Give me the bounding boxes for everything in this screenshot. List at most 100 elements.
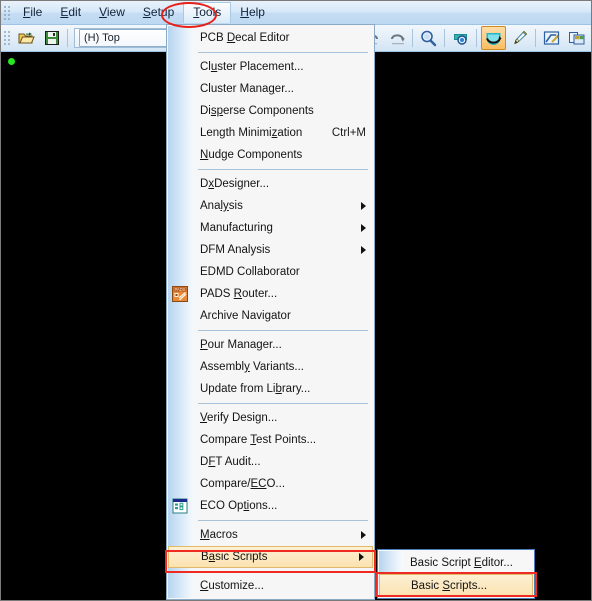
save-file-icon[interactable] xyxy=(40,27,63,49)
menu-item-length-minimization[interactable]: Length Minimization Ctrl+M xyxy=(167,122,374,144)
route-icon[interactable] xyxy=(540,27,563,49)
menu-bar: File Edit View Setup Tools Help xyxy=(1,1,591,25)
menu-item-verify-design[interactable]: Verify Design... xyxy=(167,407,374,429)
application-window: File Edit View Setup Tools Help (H) Top … xyxy=(0,0,592,601)
menu-help[interactable]: Help xyxy=(231,2,274,23)
tools-dropdown-menu: PCB Decal Editor Cluster Placement... Cl… xyxy=(166,24,375,600)
submenu-item-basic-scripts[interactable]: Basic Scripts... xyxy=(379,574,533,597)
svg-text:PADS: PADS xyxy=(174,287,185,292)
menu-item-customize[interactable]: Customize... xyxy=(167,575,374,597)
toolbar-separator xyxy=(67,29,68,47)
menu-item-label: Update from Library... xyxy=(200,383,311,395)
menu-item-label: Verify Design... xyxy=(200,412,278,424)
menu-item-cluster-manager[interactable]: Cluster Manager... xyxy=(167,78,374,100)
menu-edit[interactable]: Edit xyxy=(51,2,90,23)
submenu-item-basic-script-editor[interactable]: Basic Script Editor... xyxy=(378,551,534,574)
menu-item-label: Basic Scripts xyxy=(201,551,268,563)
pour-manager-icon[interactable] xyxy=(481,26,506,50)
menu-item-label: DFT Audit... xyxy=(200,456,261,468)
layer-select-value: (H) Top xyxy=(84,32,120,44)
toolbar-separator xyxy=(412,29,413,47)
menu-separator xyxy=(198,520,368,521)
menu-file[interactable]: File xyxy=(14,2,51,23)
menu-tools-label: ools xyxy=(199,5,222,19)
query-modify-icon[interactable] xyxy=(449,27,472,49)
menu-item-label: Cluster Manager... xyxy=(200,83,294,95)
menu-item-label: Customize... xyxy=(200,580,264,592)
zoom-icon[interactable] xyxy=(417,27,440,49)
menu-item-label: PADS Router... xyxy=(200,288,278,300)
menu-item-label: ECO Options... xyxy=(200,500,278,512)
menu-item-dft-audit[interactable]: DFT Audit... xyxy=(167,451,374,473)
menu-item-label: DxDesigner... xyxy=(200,178,270,190)
menu-item-label: Assembly Variants... xyxy=(200,361,304,373)
menu-separator xyxy=(198,330,368,331)
copy-paste-icon[interactable] xyxy=(565,27,588,49)
menu-item-label: Basic Script Editor... xyxy=(410,556,513,569)
menu-setup[interactable]: Setup xyxy=(134,2,183,23)
chevron-right-icon xyxy=(359,553,364,561)
menu-bar-grip-icon[interactable] xyxy=(3,4,12,21)
menu-item-assembly-variants[interactable]: Assembly Variants... xyxy=(167,356,374,378)
menu-item-eco-options[interactable]: ECO Options... xyxy=(167,495,374,517)
menu-item-label: Basic Scripts... xyxy=(411,579,488,592)
menu-separator xyxy=(198,169,368,170)
menu-item-label: Compare/ECO... xyxy=(200,478,286,490)
menu-setup-label: etup xyxy=(150,5,175,19)
menu-item-dxdesigner[interactable]: DxDesigner... xyxy=(167,173,374,195)
menu-separator xyxy=(198,403,368,404)
menu-separator xyxy=(198,52,368,53)
menu-item-disperse-components[interactable]: Disperse Components xyxy=(167,100,374,122)
menu-item-cluster-placement[interactable]: Cluster Placement... xyxy=(167,56,374,78)
basic-scripts-submenu: Basic Script Editor... Basic Scripts... xyxy=(377,549,535,599)
chevron-right-icon xyxy=(361,246,366,254)
chevron-right-icon xyxy=(361,202,366,210)
toolbar-separator xyxy=(476,29,477,47)
menu-item-shortcut: Ctrl+M xyxy=(331,127,366,139)
menu-item-label: Pour Manager... xyxy=(200,339,282,351)
menu-item-basic-scripts[interactable]: Basic Scripts xyxy=(168,546,373,568)
menu-item-label: Manufacturing xyxy=(200,222,273,234)
menu-file-label: ile xyxy=(30,5,43,19)
menu-item-manufacturing[interactable]: Manufacturing xyxy=(167,217,374,239)
menu-item-compare-test-points[interactable]: Compare Test Points... xyxy=(167,429,374,451)
origin-point-icon xyxy=(8,58,15,65)
open-file-icon[interactable] xyxy=(15,27,38,49)
redo-icon[interactable] xyxy=(385,27,408,49)
menu-item-label: Macros xyxy=(200,529,238,541)
menu-view-label: iew xyxy=(106,5,125,19)
menu-item-dfm-analysis[interactable]: DFM Analysis xyxy=(167,239,374,261)
toolbar-grip-icon[interactable] xyxy=(3,30,12,46)
toolbar-separator xyxy=(535,29,536,47)
menu-item-label: Compare Test Points... xyxy=(200,434,317,446)
menu-item-label: Nudge Components xyxy=(200,149,303,161)
menu-item-label: Analysis xyxy=(200,200,243,212)
menu-help-label: elp xyxy=(248,5,265,19)
chevron-right-icon xyxy=(361,531,366,539)
layer-select[interactable]: (H) Top xyxy=(79,29,179,47)
menu-item-label: Archive Navigator xyxy=(200,310,291,322)
menu-item-pads-router[interactable]: PADS PADS Router... xyxy=(167,283,374,305)
menu-item-pour-manager[interactable]: Pour Manager... xyxy=(167,334,374,356)
menu-item-edmd-collaborator[interactable]: EDMD Collaborator xyxy=(167,261,374,283)
chevron-right-icon xyxy=(361,224,366,232)
eco-options-icon xyxy=(171,497,189,515)
menu-item-compare-eco[interactable]: Compare/ECO... xyxy=(167,473,374,495)
menu-item-label: DFM Analysis xyxy=(200,244,271,256)
menu-item-archive-navigator[interactable]: Archive Navigator xyxy=(167,305,374,327)
menu-item-label: Cluster Placement... xyxy=(200,61,304,73)
menu-item-analysis[interactable]: Analysis xyxy=(167,195,374,217)
menu-item-label: Disperse Components xyxy=(200,105,314,117)
highlight-brush-icon[interactable] xyxy=(508,27,531,49)
menu-item-label: Length Minimization xyxy=(200,127,303,139)
menu-item-macros[interactable]: Macros xyxy=(167,524,374,546)
menu-item-label: PCB Decal Editor xyxy=(200,32,290,44)
toolbar-separator xyxy=(444,29,445,47)
menu-separator xyxy=(198,571,368,572)
menu-item-nudge-components[interactable]: Nudge Components xyxy=(167,144,374,166)
menu-item-label: EDMD Collaborator xyxy=(200,266,300,278)
menu-item-update-from-library[interactable]: Update from Library... xyxy=(167,378,374,400)
menu-tools[interactable]: Tools xyxy=(183,2,232,23)
menu-item-pcb-decal-editor[interactable]: PCB Decal Editor xyxy=(167,27,374,49)
menu-view[interactable]: View xyxy=(90,2,134,23)
